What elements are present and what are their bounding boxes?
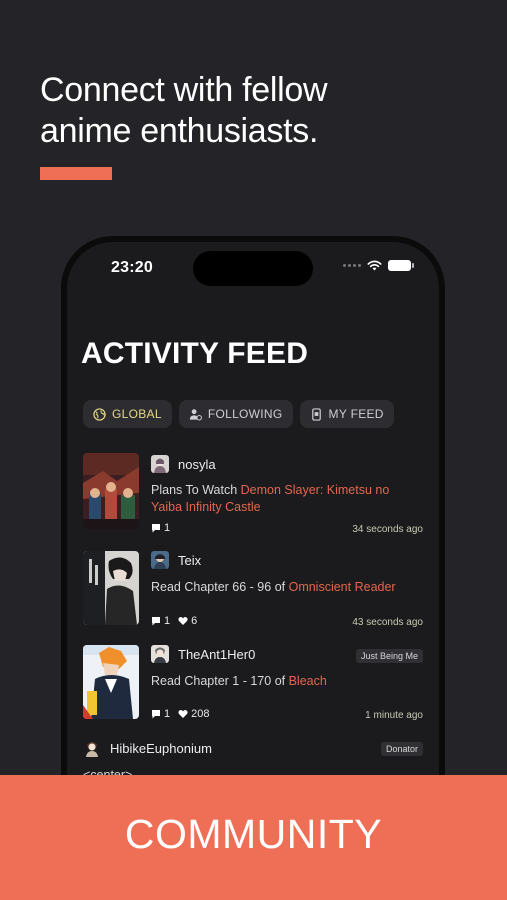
cover-image[interactable]	[83, 551, 139, 625]
cover-image[interactable]	[83, 645, 139, 719]
tab-following[interactable]: FOLLOWING	[178, 400, 293, 428]
like-count[interactable]: 208	[178, 708, 209, 720]
avatar[interactable]	[151, 645, 169, 663]
cover-art	[83, 551, 139, 625]
status-time: 23:20	[111, 259, 153, 276]
activity-action: Read Chapter 1 - 170 of	[151, 674, 289, 688]
avatar[interactable]	[151, 551, 169, 569]
list-item[interactable]: TheAnt1Her0 Just Being Me Read Chapter 1…	[83, 645, 423, 725]
item-meta: 1	[151, 522, 170, 534]
tab-global-label: GLOBAL	[112, 407, 162, 421]
avatar-image	[151, 455, 169, 473]
avatar-image	[151, 645, 169, 663]
globe-icon	[93, 407, 106, 421]
cover-image[interactable]	[83, 453, 139, 529]
cover-art	[83, 453, 139, 529]
avatar[interactable]	[151, 455, 169, 473]
signal-icon	[343, 264, 361, 267]
tab-global[interactable]: GLOBAL	[83, 400, 172, 428]
comment-count-value: 1	[164, 708, 171, 720]
tab-my-feed[interactable]: MY FEED	[299, 400, 394, 428]
media-title-link[interactable]: Bleach	[289, 674, 327, 688]
list-item[interactable]: nosyla Plans To Watch Demon Slayer: Kime…	[83, 453, 423, 535]
cover-art	[83, 645, 139, 719]
community-banner: COMMUNITY	[0, 775, 507, 900]
like-count-value: 208	[191, 708, 210, 720]
phone-screen: 23:20 ACTIVITY FEED GLOBAL FOLLOWING MY …	[67, 242, 439, 852]
promo-page: Connect with fellow anime enthusiasts. 2…	[0, 0, 507, 900]
media-title-link[interactable]: Omniscient Reader	[289, 580, 396, 594]
activity-text: Read Chapter 1 - 170 of Bleach	[151, 673, 421, 690]
comment-count[interactable]: 1	[151, 708, 170, 720]
activity-text: Read Chapter 66 - 96 of Omniscient Reade…	[151, 579, 421, 596]
heart-icon	[178, 709, 188, 718]
timestamp: 34 seconds ago	[352, 524, 423, 535]
feed-tabs: GLOBAL FOLLOWING MY FEED	[83, 400, 394, 428]
heart-icon	[178, 616, 188, 625]
item-meta: 1 6	[151, 615, 197, 627]
comment-icon	[152, 524, 160, 533]
page-title: ACTIVITY FEED	[81, 337, 309, 370]
comment-icon	[152, 710, 160, 719]
battery-icon	[388, 260, 414, 271]
like-count[interactable]: 6	[178, 615, 197, 627]
comment-count[interactable]: 1	[151, 615, 170, 627]
avatar-image	[151, 551, 169, 569]
accent-bar	[40, 167, 112, 180]
comment-count[interactable]: 1	[151, 522, 170, 534]
avatar[interactable]	[83, 739, 101, 757]
headline-line-2: anime enthusiasts.	[40, 112, 319, 150]
username[interactable]: TheAnt1Her0	[178, 647, 255, 662]
list-item[interactable]: HibikeEuphonium Donator <center>	[83, 739, 423, 782]
item-meta: 1 208	[151, 708, 209, 720]
phone-icon	[311, 407, 321, 421]
status-icons	[343, 260, 414, 271]
tab-my-feed-label: MY FEED	[328, 407, 384, 421]
user-follow-icon	[189, 408, 202, 420]
timestamp: 43 seconds ago	[352, 617, 423, 628]
comment-icon	[152, 617, 160, 626]
activity-action: Read Chapter 66 - 96 of	[151, 580, 289, 594]
headline: Connect with fellow anime enthusiasts.	[40, 70, 328, 152]
tab-following-label: FOLLOWING	[207, 407, 283, 421]
comment-count-value: 1	[164, 522, 171, 534]
avatar-image	[83, 739, 101, 757]
wifi-icon	[367, 260, 382, 271]
activity-text: Plans To Watch Demon Slayer: Kimetsu no …	[151, 482, 421, 516]
username[interactable]: HibikeEuphonium	[110, 741, 212, 756]
timestamp: 1 minute ago	[365, 710, 423, 721]
dynamic-island	[193, 251, 313, 286]
activity-action: Plans To Watch	[151, 483, 241, 497]
headline-line-1: Connect with fellow	[40, 71, 328, 109]
user-badge: Donator	[380, 742, 423, 756]
comment-count-value: 1	[164, 615, 171, 627]
list-item[interactable]: Teix Read Chapter 66 - 96 of Omniscient …	[83, 551, 423, 631]
like-count-value: 6	[191, 615, 198, 627]
user-badge: Just Being Me	[355, 649, 423, 663]
username[interactable]: nosyla	[178, 457, 216, 472]
username[interactable]: Teix	[178, 553, 201, 568]
